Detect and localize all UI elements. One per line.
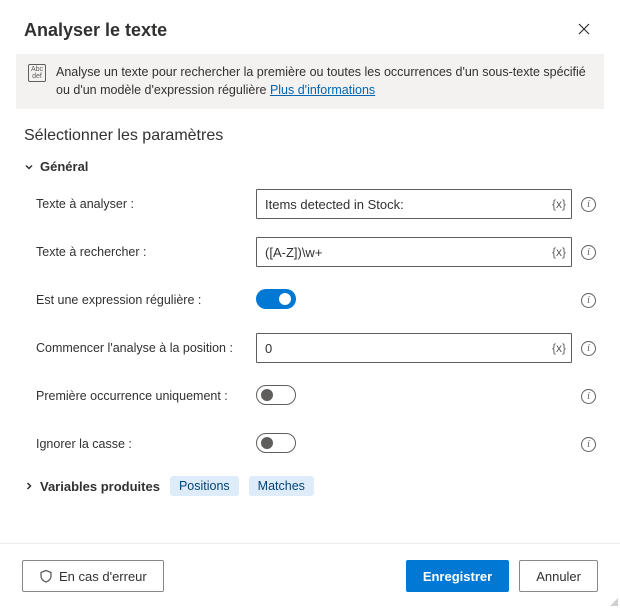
dialog-footer: En cas d'erreur Enregistrer Annuler <box>0 543 620 608</box>
text-to-parse-label: Texte à analyser : <box>36 197 256 211</box>
on-error-button[interactable]: En cas d'erreur <box>22 560 164 592</box>
variable-chip-matches[interactable]: Matches <box>249 476 314 496</box>
start-position-label: Commencer l'analyse à la position : <box>36 341 256 355</box>
variables-group-header[interactable]: Variables produites <box>24 479 160 494</box>
start-position-row: Commencer l'analyse à la position : {x} … <box>24 332 596 364</box>
is-regex-row: Est une expression régulière : i <box>24 284 596 316</box>
info-icon[interactable]: i <box>581 245 596 260</box>
resize-grip[interactable] <box>606 594 618 606</box>
variable-token-button[interactable]: {x} <box>552 341 566 355</box>
ignore-case-row: Ignorer la casse : i <box>24 428 596 460</box>
text-to-find-input[interactable] <box>256 237 572 267</box>
save-label: Enregistrer <box>423 569 492 584</box>
more-info-link[interactable]: Plus d'informations <box>270 83 375 97</box>
dialog-header: Analyser le texte <box>0 0 620 54</box>
parameters-heading: Sélectionner les paramètres <box>0 127 620 159</box>
variables-label: Variables produites <box>40 479 160 494</box>
text-to-parse-row: Texte à analyser : {x} i <box>24 188 596 220</box>
banner-text: Analyse un texte pour rechercher la prem… <box>56 64 592 99</box>
chevron-down-icon <box>24 162 34 172</box>
general-group-header[interactable]: Général <box>24 159 596 174</box>
chevron-right-icon <box>24 481 34 491</box>
ignore-case-label: Ignorer la casse : <box>36 437 256 451</box>
save-button[interactable]: Enregistrer <box>406 560 509 592</box>
abc-icon: Abcdef <box>28 64 46 82</box>
info-icon[interactable]: i <box>581 341 596 356</box>
cancel-button[interactable]: Annuler <box>519 560 598 592</box>
info-icon[interactable]: i <box>581 389 596 404</box>
variable-token-button[interactable]: {x} <box>552 245 566 259</box>
general-label: Général <box>40 159 88 174</box>
cancel-label: Annuler <box>536 569 581 584</box>
start-position-input[interactable] <box>256 333 572 363</box>
first-only-row: Première occurrence uniquement : i <box>24 380 596 412</box>
ignore-case-toggle[interactable] <box>256 433 296 453</box>
text-to-find-row: Texte à rechercher : {x} i <box>24 236 596 268</box>
info-icon[interactable]: i <box>581 437 596 452</box>
variable-chip-positions[interactable]: Positions <box>170 476 239 496</box>
is-regex-label: Est une expression régulière : <box>36 293 256 307</box>
text-to-find-label: Texte à rechercher : <box>36 245 256 259</box>
close-button[interactable] <box>572 18 596 42</box>
first-only-toggle[interactable] <box>256 385 296 405</box>
is-regex-toggle[interactable] <box>256 289 296 309</box>
close-icon <box>577 22 591 39</box>
info-banner: Abcdef Analyse un texte pour rechercher … <box>16 54 604 109</box>
text-to-parse-input[interactable] <box>256 189 572 219</box>
variable-token-button[interactable]: {x} <box>552 197 566 211</box>
first-only-label: Première occurrence uniquement : <box>36 389 256 403</box>
shield-icon <box>39 569 53 583</box>
dialog-title: Analyser le texte <box>24 20 167 41</box>
on-error-label: En cas d'erreur <box>59 569 147 584</box>
info-icon[interactable]: i <box>581 293 596 308</box>
content-area: Général Texte à analyser : {x} i Texte à… <box>0 159 620 543</box>
info-icon[interactable]: i <box>581 197 596 212</box>
